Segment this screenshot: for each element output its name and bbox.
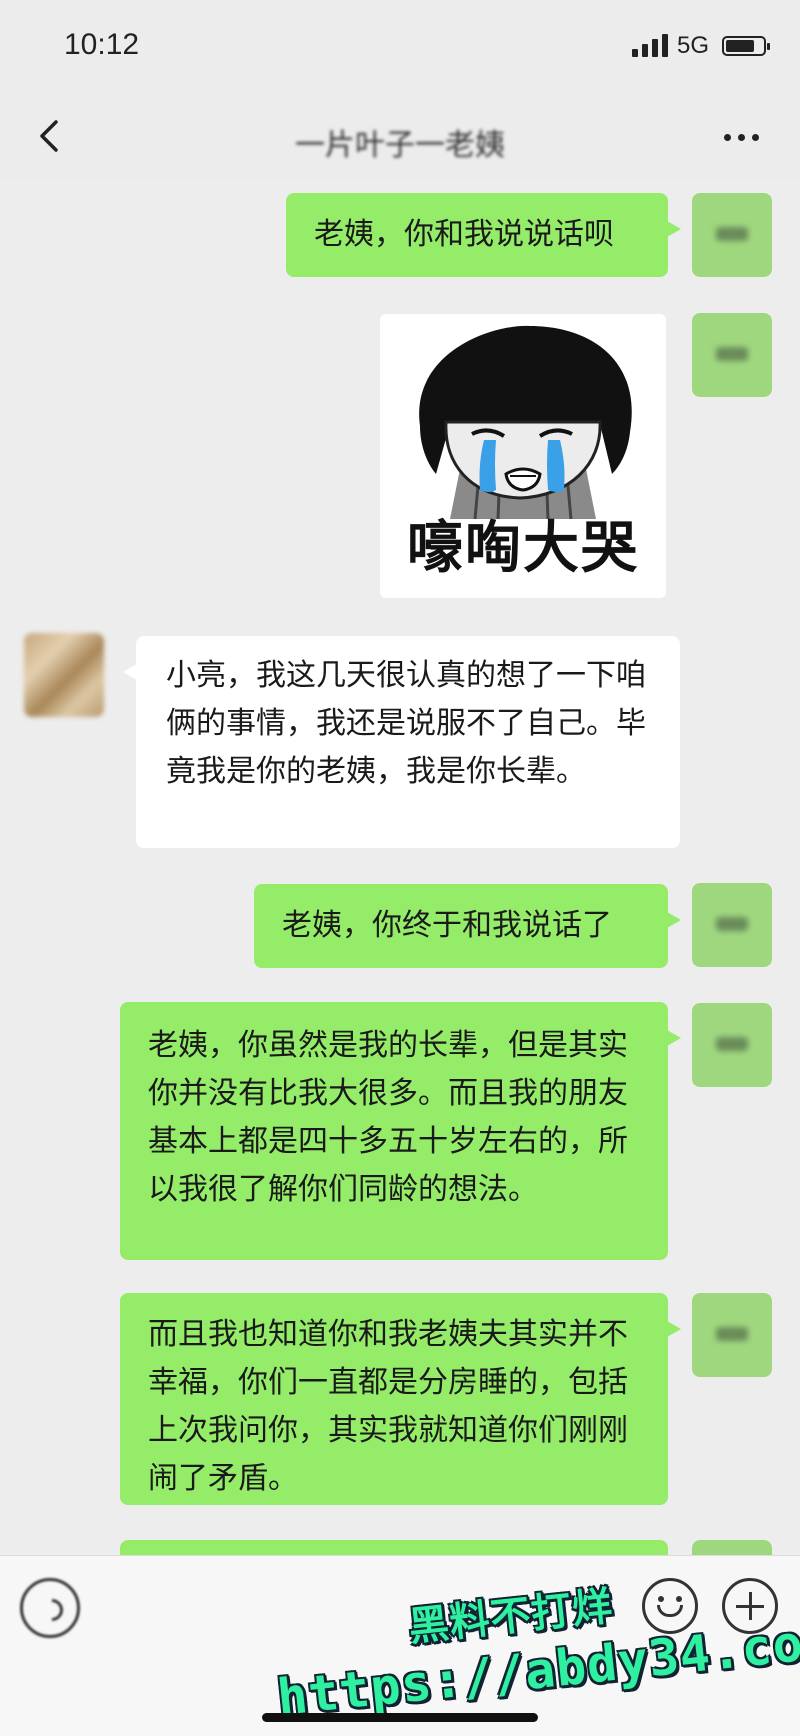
message-text: 老姨，你终于和我说话了: [282, 908, 612, 943]
chat-title[interactable]: 一片叶子一老姨: [0, 120, 800, 164]
message-bubble-sent[interactable]: 老姨，你虽然是我的长辈，但是其实你并没有比我大很多。而且我的朋友基本上都是四十多…: [120, 1002, 681, 1260]
network-type: 5G: [677, 32, 710, 59]
message-bubble-sent[interactable]: 老姨，你终于和我说话了: [254, 884, 681, 968]
message-text: 而且我也知道你和我老姨夫其实并不幸福，你们一直都是分房睡的，包括上次我问你，其实…: [148, 1317, 628, 1496]
message-text: 小亮，我这几天很认真的想了一下咱俩的事情，我还是说服不了自己。毕竟我是你的老姨，…: [166, 658, 646, 789]
voice-icon[interactable]: [20, 1578, 80, 1638]
my-avatar[interactable]: [692, 193, 772, 277]
contact-avatar[interactable]: [24, 633, 104, 717]
status-time: 10:12: [64, 28, 140, 61]
sticker-message[interactable]: 嚎啕大哭: [380, 314, 666, 598]
my-avatar[interactable]: [692, 1293, 772, 1377]
status-bar: 10:12 5G: [0, 0, 800, 92]
signal-icon: [632, 33, 668, 57]
my-avatar[interactable]: [692, 313, 772, 397]
sticker-caption: 嚎啕大哭: [407, 516, 639, 581]
my-avatar[interactable]: [692, 883, 772, 967]
message-text: 老姨，你和我说说话呗: [314, 217, 614, 252]
chat-header: 一片叶子一老姨: [0, 92, 800, 180]
battery-icon: [722, 36, 770, 56]
message-text: 老姨，你虽然是我的长辈，但是其实你并没有比我大很多。而且我的朋友基本上都是四十多…: [148, 1028, 628, 1207]
message-bubble-sent[interactable]: 而且我也知道你和我老姨夫其实并不幸福，你们一直都是分房睡的，包括上次我问你，其实…: [120, 1293, 681, 1505]
more-icon[interactable]: [716, 116, 766, 156]
message-bubble-received[interactable]: 小亮，我这几天很认真的想了一下咱俩的事情，我还是说服不了自己。毕竟我是你的老姨，…: [123, 636, 680, 848]
my-avatar[interactable]: [692, 1003, 772, 1087]
home-indicator: [262, 1713, 538, 1722]
message-bubble-sent[interactable]: 老姨，你和我说说话呗: [286, 193, 681, 277]
